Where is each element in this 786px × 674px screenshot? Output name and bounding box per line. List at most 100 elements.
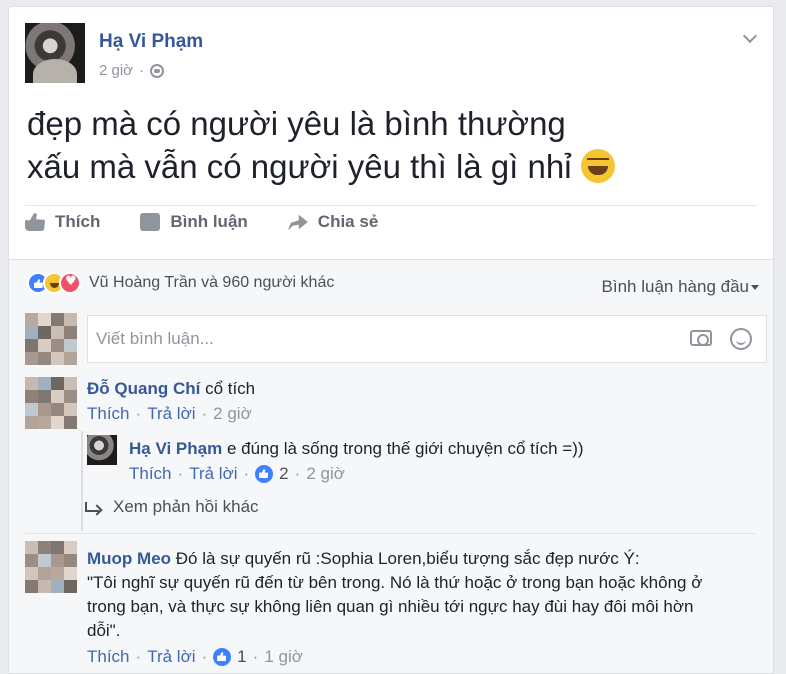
camera-icon[interactable] bbox=[690, 330, 712, 346]
avatar-mosaic-tile bbox=[51, 352, 64, 365]
comment-input[interactable]: Viết bình luận... bbox=[87, 315, 767, 363]
reply-meta: Thích · Trả lời · 2 · 2 giờ bbox=[129, 464, 345, 484]
chevron-down-icon[interactable] bbox=[742, 28, 758, 44]
meta-dot: · bbox=[177, 464, 184, 483]
caret-down-icon[interactable] bbox=[751, 285, 759, 290]
avatar-mosaic-tile bbox=[64, 326, 77, 339]
avatar-mosaic-tile bbox=[51, 580, 64, 593]
reactions-summary[interactable]: Vũ Hoàng Trần và 960 người khác bbox=[27, 272, 334, 294]
comment-author[interactable]: Muop Meo bbox=[87, 549, 171, 568]
meta-dot: · bbox=[252, 647, 259, 666]
post-text: đẹp mà có người yêu là bình thường xấu m… bbox=[27, 102, 747, 188]
reply-thread-line bbox=[81, 431, 83, 531]
comment-meta: Thích · Trả lời · 1 · 1 giờ bbox=[87, 647, 303, 667]
commenter-avatar-pixelated[interactable] bbox=[25, 377, 77, 429]
thumbs-up-icon bbox=[25, 213, 45, 231]
avatar-mosaic-tile bbox=[25, 339, 38, 352]
comment-author[interactable]: Đỗ Quang Chí bbox=[87, 379, 200, 398]
avatar-mosaic-tile bbox=[38, 403, 51, 416]
comment-time[interactable]: 1 giờ bbox=[264, 647, 303, 667]
avatar-mosaic-tile bbox=[25, 390, 38, 403]
avatar-mosaic-tile bbox=[64, 403, 77, 416]
avatar-mosaic-tile bbox=[25, 313, 38, 326]
post-card: Hạ Vi Phạm 2 giờ · đẹp mà có người yêu l… bbox=[8, 6, 774, 674]
like-button[interactable]: Thích bbox=[25, 212, 100, 232]
avatar-mosaic-tile bbox=[25, 416, 38, 429]
comment-like-link[interactable]: Thích bbox=[87, 647, 130, 667]
reply-time[interactable]: 2 giờ bbox=[306, 464, 345, 484]
reply-author-avatar[interactable] bbox=[87, 435, 117, 465]
avatar-mosaic-tile bbox=[38, 580, 51, 593]
avatar-mosaic-tile bbox=[25, 352, 38, 365]
avatar-mosaic-tile bbox=[51, 567, 64, 580]
commenter-avatar-pixelated[interactable] bbox=[25, 541, 77, 593]
comment-body: Muop Meo Đó là sự quyến rũ :Sophia Loren… bbox=[87, 547, 737, 643]
comment-body: Đỗ Quang Chí cổ tích bbox=[87, 377, 255, 401]
avatar-mosaic-tile bbox=[51, 326, 64, 339]
comment-text: cổ tích bbox=[205, 379, 256, 398]
reply-text: e đúng là sống trong thế giới chuyện cổ … bbox=[226, 439, 584, 458]
avatar-mosaic-tile bbox=[38, 416, 51, 429]
avatar-mosaic-tile bbox=[38, 377, 51, 390]
avatar-mosaic-tile bbox=[38, 390, 51, 403]
like-button-label: Thích bbox=[55, 212, 101, 231]
laughing-tears-emoji-icon bbox=[580, 149, 615, 183]
more-replies-link[interactable]: Xem phản hồi khác bbox=[85, 497, 259, 517]
avatar-mosaic-tile bbox=[25, 326, 38, 339]
like-count-icon bbox=[213, 648, 232, 666]
avatar-mosaic-tile bbox=[38, 339, 51, 352]
author-avatar[interactable] bbox=[25, 23, 85, 83]
post-text-line2: xấu mà vẫn có người yêu thì là gì nhỉ bbox=[27, 148, 572, 185]
globe-icon[interactable] bbox=[150, 63, 165, 78]
comment-reply-link[interactable]: Trả lời bbox=[147, 647, 195, 667]
comment-like-count[interactable]: 1 bbox=[237, 647, 246, 667]
avatar-mosaic-tile bbox=[64, 352, 77, 365]
avatar-mosaic-tile bbox=[64, 377, 77, 390]
reply-like-link[interactable]: Thích bbox=[129, 464, 172, 484]
meta-dot: · bbox=[201, 647, 208, 666]
avatar-mosaic-tile bbox=[38, 326, 51, 339]
meta-separator: · bbox=[139, 62, 145, 79]
post-author-name[interactable]: Hạ Vi Phạm bbox=[99, 31, 203, 53]
avatar-mosaic-tile bbox=[25, 554, 38, 567]
user-avatar-pixelated bbox=[25, 313, 77, 365]
avatar-mosaic-tile bbox=[51, 554, 64, 567]
post-time[interactable]: 2 giờ bbox=[99, 62, 133, 79]
comment-text-line: "Tôi nghĩ sự quyến rũ đến từ bên trong. … bbox=[87, 573, 703, 592]
comment-like-link[interactable]: Thích bbox=[87, 404, 130, 424]
avatar-mosaic-tile bbox=[64, 390, 77, 403]
avatar-mosaic-tile bbox=[64, 554, 77, 567]
avatar-mosaic-tile bbox=[51, 416, 64, 429]
comment-button[interactable]: Bình luận bbox=[140, 212, 248, 232]
comment-text: Đó là sự quyến rũ :Sophia Loren,biểu tượ… bbox=[175, 549, 640, 568]
meta-dot: · bbox=[135, 647, 142, 666]
avatar-mosaic-tile bbox=[25, 403, 38, 416]
comment-text-line: trong bạn, và thực sự không liên quan gì… bbox=[87, 597, 694, 616]
share-button[interactable]: Chia sẻ bbox=[287, 212, 378, 232]
post-text-line: đẹp mà có người yêu là bình thường bbox=[27, 105, 566, 142]
avatar-mosaic-tile bbox=[51, 390, 64, 403]
avatar-mosaic-tile bbox=[51, 377, 64, 390]
love-reaction-icon bbox=[59, 272, 81, 294]
comment-sort-dropdown[interactable]: Bình luận hàng đầu bbox=[602, 277, 749, 297]
avatar-mosaic-tile bbox=[64, 541, 77, 554]
avatar-mosaic-tile bbox=[64, 567, 77, 580]
comment-time[interactable]: 2 giờ bbox=[213, 404, 252, 424]
reply-author[interactable]: Hạ Vi Phạm bbox=[129, 439, 222, 458]
avatar-mosaic-tile bbox=[38, 313, 51, 326]
action-bar: Thích Bình luận Chia sẻ bbox=[25, 212, 378, 232]
reply-like-count[interactable]: 2 bbox=[279, 464, 288, 484]
avatar-mosaic-tile bbox=[25, 377, 38, 390]
emoji-smile-icon[interactable] bbox=[730, 328, 752, 350]
comment-text-line: dỗi". bbox=[87, 621, 121, 640]
avatar-mosaic-tile bbox=[25, 567, 38, 580]
reactions-text[interactable]: Vũ Hoàng Trần và 960 người khác bbox=[89, 274, 334, 292]
reply-reply-link[interactable]: Trả lời bbox=[189, 464, 237, 484]
reply-arrow-icon bbox=[85, 502, 99, 512]
avatar-mosaic-tile bbox=[51, 339, 64, 352]
comment-meta: Thích · Trả lời · 2 giờ bbox=[87, 404, 252, 424]
avatar-mosaic-tile bbox=[51, 541, 64, 554]
avatar-mosaic-tile bbox=[38, 554, 51, 567]
post-meta: 2 giờ · bbox=[99, 62, 165, 79]
comment-reply-link[interactable]: Trả lời bbox=[147, 404, 195, 424]
